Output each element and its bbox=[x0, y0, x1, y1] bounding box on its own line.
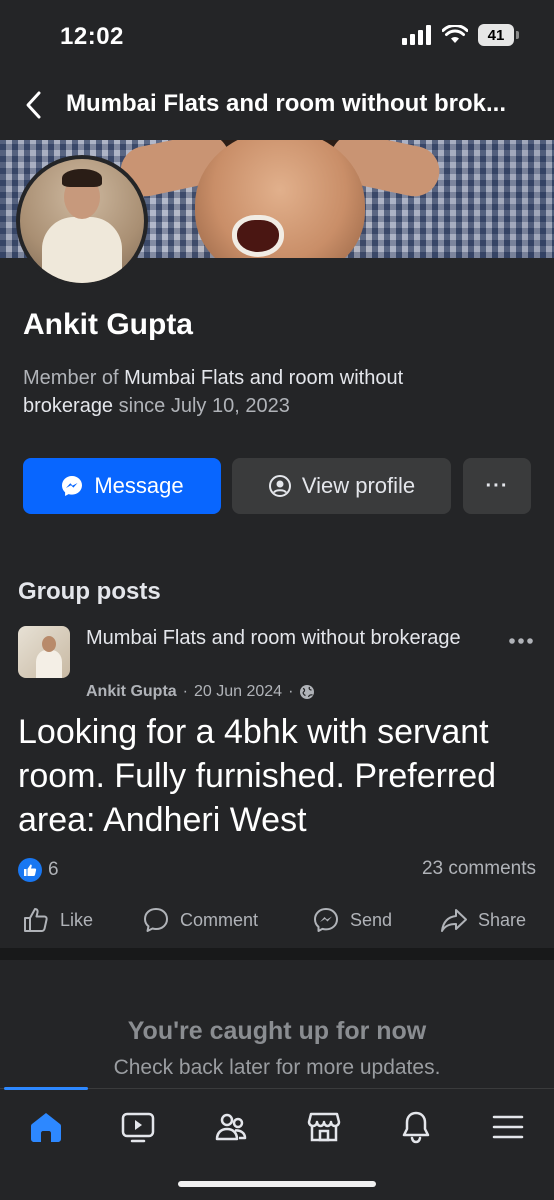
share-button[interactable]: Share bbox=[440, 906, 526, 934]
send-button[interactable]: Send bbox=[312, 906, 392, 934]
messenger-icon bbox=[62, 476, 83, 496]
home-icon[interactable] bbox=[26, 1107, 66, 1147]
like-button[interactable]: Like bbox=[22, 906, 93, 934]
profile-actions: Message View profile ··· bbox=[23, 458, 531, 514]
message-button-label: Message bbox=[94, 473, 184, 498]
share-icon bbox=[441, 909, 467, 932]
message-button[interactable]: Message bbox=[23, 458, 221, 514]
post-date[interactable]: 20 Jun 2024 bbox=[194, 683, 282, 701]
notifications-icon[interactable] bbox=[396, 1107, 436, 1147]
meta-separator: · bbox=[288, 683, 294, 700]
meta-separator: · bbox=[182, 683, 188, 700]
view-profile-label: View profile bbox=[301, 473, 416, 498]
more-options-icon: ··· bbox=[485, 474, 509, 497]
profile-avatar[interactable] bbox=[16, 155, 148, 287]
post-reactions[interactable]: 6 bbox=[18, 858, 59, 882]
profile-name: Ankit Gupta bbox=[23, 308, 193, 341]
post-text[interactable]: Looking for a 4bhk with servant room. Fu… bbox=[18, 710, 548, 842]
messenger-send-icon bbox=[314, 908, 338, 932]
home-indicator[interactable] bbox=[178, 1181, 376, 1187]
post-action-bar: Like Comment Send Share bbox=[0, 898, 554, 942]
menu-icon[interactable] bbox=[488, 1107, 528, 1147]
active-tab-indicator bbox=[4, 1087, 88, 1090]
membership-info: Member of Mumbai Flats and room without … bbox=[23, 364, 493, 420]
comment-icon bbox=[144, 908, 168, 932]
status-icons: 41 bbox=[402, 24, 519, 46]
cellular-signal-icon bbox=[402, 25, 431, 45]
like-reaction-icon bbox=[18, 858, 42, 882]
post-more-icon[interactable] bbox=[506, 626, 536, 656]
battery-indicator: 41 bbox=[478, 24, 519, 46]
post-group-name[interactable]: Mumbai Flats and room without brokerage bbox=[86, 624, 476, 652]
groups-icon[interactable] bbox=[211, 1107, 251, 1147]
share-label: Share bbox=[478, 909, 527, 930]
back-icon[interactable] bbox=[22, 90, 46, 120]
page-title: Mumbai Flats and room without brok... bbox=[66, 90, 507, 117]
marketplace-icon[interactable] bbox=[304, 1107, 344, 1147]
comment-button[interactable]: Comment bbox=[142, 906, 258, 934]
like-icon bbox=[24, 908, 48, 932]
status-time: 12:02 bbox=[60, 23, 124, 50]
video-icon[interactable] bbox=[118, 1107, 158, 1147]
group-posts-heading: Group posts bbox=[18, 578, 161, 605]
send-label: Send bbox=[350, 909, 393, 930]
more-options-button[interactable]: ··· bbox=[463, 458, 531, 514]
page-header: Mumbai Flats and room without brok... bbox=[0, 72, 554, 140]
section-divider bbox=[0, 948, 554, 960]
member-prefix: Member of bbox=[23, 367, 125, 389]
caught-up-subtitle: Check back later for more updates. bbox=[113, 1056, 441, 1079]
post-author[interactable]: Ankit Gupta bbox=[86, 683, 177, 701]
status-bar: 12:02 41 bbox=[0, 0, 554, 72]
wifi-icon bbox=[442, 25, 468, 43]
reaction-count: 6 bbox=[48, 859, 59, 880]
caught-up-title: You're caught up for now bbox=[127, 1017, 427, 1045]
comment-label: Comment bbox=[180, 909, 259, 930]
profile-circle-icon bbox=[268, 475, 291, 497]
member-since: since July 10, 2023 bbox=[113, 395, 290, 417]
view-profile-button[interactable]: View profile bbox=[232, 458, 451, 514]
comments-count[interactable]: 23 comments bbox=[422, 858, 536, 880]
globe-icon bbox=[300, 685, 315, 699]
post-meta: Ankit Gupta · 20 Jun 2024 · bbox=[86, 683, 315, 701]
post-group-thumbnail[interactable] bbox=[18, 626, 70, 678]
like-label: Like bbox=[60, 909, 94, 930]
